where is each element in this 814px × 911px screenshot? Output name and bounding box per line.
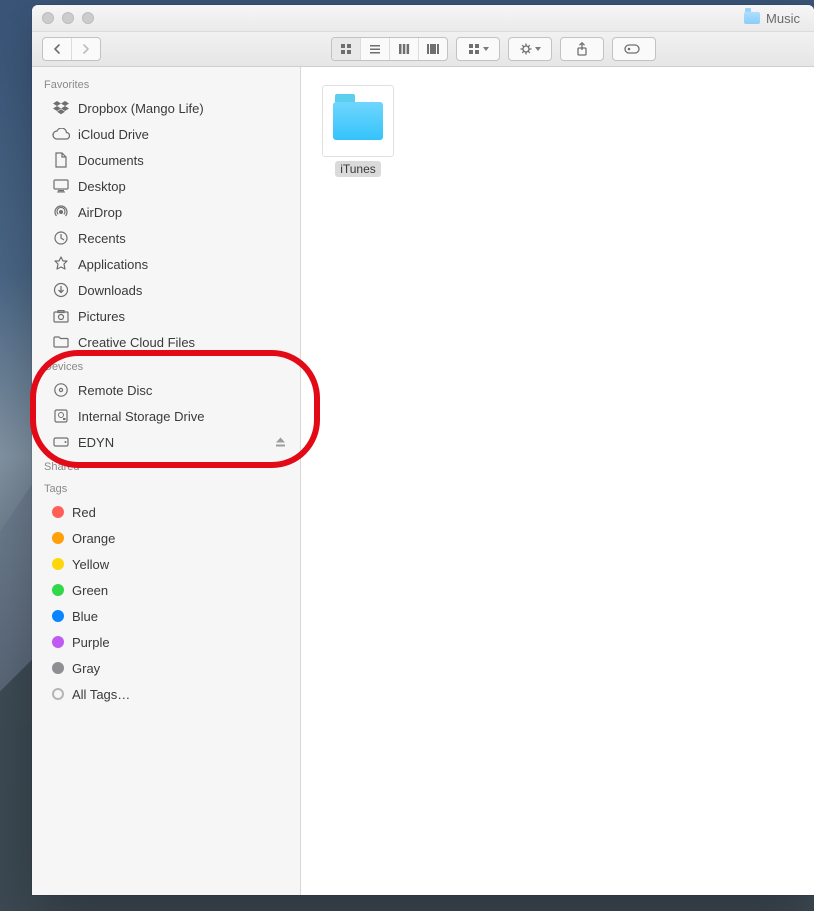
tags-button[interactable] [612,37,656,61]
sidebar-item-dropbox[interactable]: Dropbox (Mango Life) [32,95,300,121]
sidebar-item-icloud[interactable]: iCloud Drive [32,121,300,147]
desktop-icon [52,177,70,195]
sidebar-item-label: Documents [78,153,144,168]
cloud-icon [52,125,70,143]
sidebar: Favorites Dropbox (Mango Life) iCloud Dr… [32,67,301,895]
sidebar-item-label: Desktop [78,179,126,194]
sidebar-item-airdrop[interactable]: AirDrop [32,199,300,225]
view-columns-button[interactable] [390,38,419,60]
sidebar-item-label: Recents [78,231,126,246]
sidebar-tag-green[interactable]: Green [32,577,300,603]
sidebar-item-label: AirDrop [78,205,122,220]
toolbar [32,32,814,67]
view-mode-switch [331,37,448,61]
share-button[interactable] [560,37,604,61]
sidebar-tag-yellow[interactable]: Yellow [32,551,300,577]
sidebar-item-label: iCloud Drive [78,127,149,142]
sidebar-item-label: Green [72,583,108,598]
pictures-icon [52,307,70,325]
titlebar: Music [32,5,814,32]
downloads-icon [52,281,70,299]
chevron-down-icon [483,47,489,51]
window-controls [32,12,94,24]
view-gallery-button[interactable] [419,38,447,60]
tag-dot-icon [52,636,64,648]
sidebar-tag-purple[interactable]: Purple [32,629,300,655]
sidebar-item-label: All Tags… [72,687,130,702]
eject-icon[interactable] [275,437,286,448]
tag-dot-icon [52,584,64,596]
sidebar-item-label: Remote Disc [78,383,152,398]
sidebar-item-label: Internal Storage Drive [78,409,204,424]
sidebar-item-documents[interactable]: Documents [32,147,300,173]
music-folder-icon [744,12,760,24]
view-icon-button[interactable] [332,38,361,60]
document-icon [52,151,70,169]
sidebar-tag-all[interactable]: All Tags… [32,681,300,707]
sidebar-tag-blue[interactable]: Blue [32,603,300,629]
close-window-button[interactable] [42,12,54,24]
airdrop-icon [52,203,70,221]
section-devices-header: Devices [32,355,300,377]
disc-icon [52,381,70,399]
sidebar-item-desktop[interactable]: Desktop [32,173,300,199]
sidebar-item-internal-drive[interactable]: Internal Storage Drive [32,403,300,429]
sidebar-item-label: EDYN [78,435,114,450]
tag-dot-icon [52,558,64,570]
sidebar-item-label: Purple [72,635,110,650]
sidebar-item-pictures[interactable]: Pictures [32,303,300,329]
arrange-button[interactable] [456,37,500,61]
recents-icon [52,229,70,247]
section-shared-header: Shared [32,455,300,477]
apps-icon [52,255,70,273]
sidebar-item-downloads[interactable]: Downloads [32,277,300,303]
tag-dot-icon [52,532,64,544]
tag-dot-icon [52,662,64,674]
zoom-window-button[interactable] [82,12,94,24]
sidebar-item-label: Yellow [72,557,109,572]
drive-icon [52,433,70,451]
window-title-text: Music [766,11,800,26]
tag-dot-icon [52,506,64,518]
tag-dot-icon [52,688,64,700]
finder-window: Music [32,5,814,895]
dropbox-icon [52,99,70,117]
sidebar-item-label: Applications [78,257,148,272]
sidebar-item-label: Pictures [78,309,125,324]
back-button[interactable] [43,38,72,60]
sidebar-item-label: Downloads [78,283,142,298]
sidebar-tag-gray[interactable]: Gray [32,655,300,681]
folder-label: iTunes [335,161,381,177]
sidebar-item-applications[interactable]: Applications [32,251,300,277]
sidebar-item-recents[interactable]: Recents [32,225,300,251]
action-button[interactable] [508,37,552,61]
sidebar-item-edyn[interactable]: EDYN [32,429,300,455]
sidebar-tag-red[interactable]: Red [32,499,300,525]
folder-item-itunes[interactable]: iTunes [323,85,393,177]
sidebar-item-creative-cloud[interactable]: Creative Cloud Files [32,329,300,355]
section-tags-header: Tags [32,477,300,499]
view-list-button[interactable] [361,38,390,60]
sidebar-item-label: Gray [72,661,100,676]
sidebar-item-remote-disc[interactable]: Remote Disc [32,377,300,403]
window-title: Music [744,5,800,31]
sidebar-item-label: Dropbox (Mango Life) [78,101,204,116]
drive-icon [52,407,70,425]
content-area[interactable]: iTunes [301,67,814,895]
sidebar-tag-orange[interactable]: Orange [32,525,300,551]
sidebar-item-label: Red [72,505,96,520]
folder-icon [322,85,394,157]
minimize-window-button[interactable] [62,12,74,24]
section-favorites-header: Favorites [32,73,300,95]
folder-icon [52,333,70,351]
chevron-down-icon [535,47,541,51]
tag-dot-icon [52,610,64,622]
sidebar-item-label: Orange [72,531,115,546]
sidebar-item-label: Creative Cloud Files [78,335,195,350]
forward-button[interactable] [72,38,100,60]
nav-back-forward [42,37,101,61]
sidebar-item-label: Blue [72,609,98,624]
